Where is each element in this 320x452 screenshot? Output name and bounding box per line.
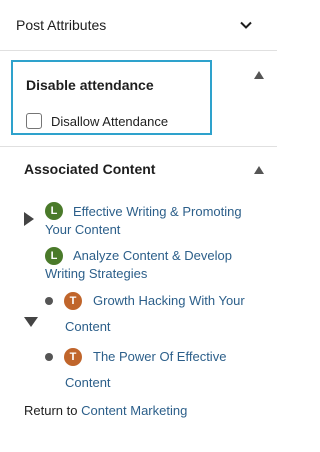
content-link-line2[interactable]: Writing Strategies <box>45 264 147 283</box>
associated-content-title[interactable]: Associated Content <box>24 161 155 177</box>
return-to-course: Return to Content Marketing <box>24 403 187 418</box>
expand-down-icon[interactable] <box>24 317 38 327</box>
content-link-line2[interactable]: Your Content <box>45 220 120 239</box>
disable-attendance-title[interactable]: Disable attendance <box>26 77 154 93</box>
post-attributes-panel[interactable]: Post Attributes <box>0 0 277 51</box>
content-link-line1[interactable]: The Power Of Effective <box>93 347 226 366</box>
associated-content-panel: Associated Content L Effective Writing &… <box>0 147 277 452</box>
topic-badge-icon: T <box>64 348 82 366</box>
topic-badge-icon: T <box>64 292 82 310</box>
caret-up-icon[interactable] <box>254 71 264 79</box>
lesson-badge-icon: L <box>45 247 63 265</box>
disallow-attendance-label[interactable]: Disallow Attendance <box>51 114 168 129</box>
disallow-attendance-checkbox[interactable] <box>26 113 42 129</box>
caret-up-icon[interactable] <box>254 166 264 174</box>
expand-right-icon[interactable] <box>24 212 34 226</box>
lesson-badge-icon: L <box>45 202 63 220</box>
content-link-line2[interactable]: Content <box>65 317 111 336</box>
content-link-line1[interactable]: Growth Hacking With Your <box>93 291 245 310</box>
bullet-icon <box>45 353 53 361</box>
post-attributes-title[interactable]: Post Attributes <box>16 17 106 33</box>
disable-attendance-panel: Disable attendance Disallow Attendance <box>0 51 277 147</box>
bullet-icon <box>45 297 53 305</box>
content-link-line2[interactable]: Content <box>65 373 111 392</box>
content-link-line1[interactable]: Analyze Content & Develop <box>73 246 232 265</box>
content-link-line1[interactable]: Effective Writing & Promoting <box>73 202 242 221</box>
return-prefix: Return to <box>24 403 78 418</box>
chevron-down-icon[interactable] <box>238 17 254 33</box>
focus-outline: Disable attendance Disallow Attendance <box>11 60 212 135</box>
return-link[interactable]: Content Marketing <box>81 403 187 418</box>
